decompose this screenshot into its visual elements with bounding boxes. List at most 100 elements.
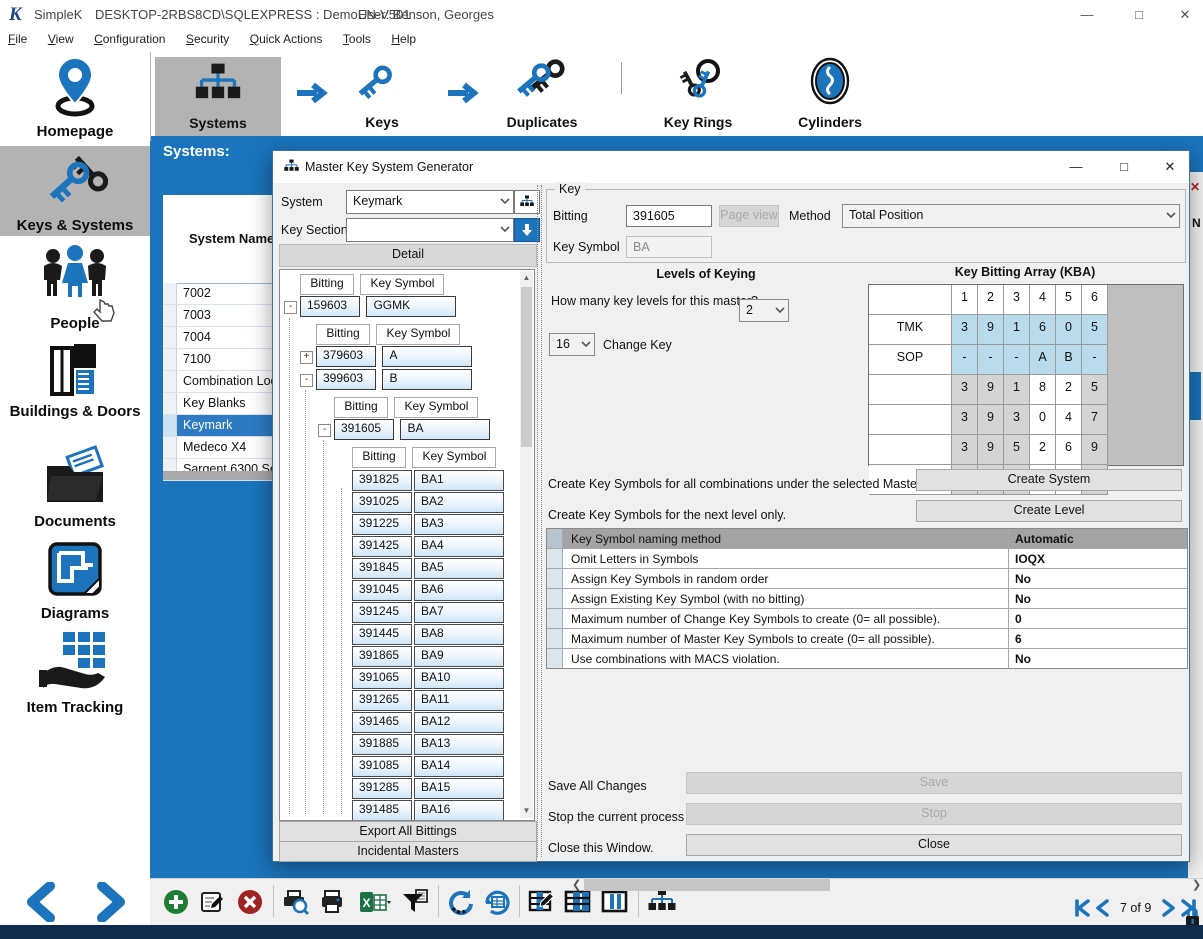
edit-columns-button[interactable]	[525, 886, 557, 918]
nav-back-icon[interactable]	[20, 882, 64, 922]
row-selector[interactable]	[163, 305, 177, 326]
menu-file[interactable]: File	[8, 32, 27, 46]
menu-tools[interactable]: Tools	[343, 32, 371, 46]
change-bitting[interactable]: 391825	[352, 470, 412, 491]
tree-change-row[interactable]: 391025BA2	[352, 492, 506, 514]
dialog-close-button[interactable]: ✕	[1155, 156, 1185, 178]
menu-configuration[interactable]: Configuration	[94, 32, 165, 46]
change-bitting[interactable]: 391025	[352, 492, 412, 513]
scrollbar-thumb[interactable]	[521, 287, 532, 447]
change-bitting[interactable]: 391245	[352, 602, 412, 623]
minimize-button[interactable]: —	[1072, 4, 1102, 26]
tree-change-row[interactable]: 391865BA9	[352, 646, 506, 668]
menu-security[interactable]: Security	[186, 32, 229, 46]
row-selector[interactable]	[163, 393, 177, 414]
tree-change-row[interactable]: 391845BA5	[352, 558, 506, 580]
change-symbol[interactable]: BA13	[414, 734, 504, 755]
row-selector[interactable]	[163, 327, 177, 348]
option-value[interactable]: No	[1009, 649, 1187, 668]
tree-expand-toggle[interactable]: -	[284, 301, 297, 314]
tree-master-row[interactable]: 379603 A	[316, 346, 474, 368]
option-value[interactable]: 0	[1009, 609, 1187, 628]
tree-change-row[interactable]: 391045BA6	[352, 580, 506, 602]
close-button[interactable]: ✕	[1170, 4, 1200, 26]
incidental-masters-button[interactable]: Incidental Masters	[279, 841, 537, 862]
option-row[interactable]: Maximum number of Change Key Symbols to …	[547, 609, 1187, 629]
change-bitting[interactable]: 391865	[352, 646, 412, 667]
row-selector[interactable]	[163, 437, 177, 458]
change-bitting[interactable]: 391485	[352, 800, 412, 821]
tree-change-row[interactable]: 391825BA1	[352, 470, 506, 492]
maximize-button[interactable]: □	[1124, 4, 1154, 26]
change-symbol[interactable]: BA2	[414, 492, 504, 513]
option-row[interactable]: Use combinations with MACS violation.No	[547, 649, 1187, 668]
sidebar-item-homepage[interactable]: Homepage	[0, 56, 150, 144]
menu-view[interactable]: View	[48, 32, 74, 46]
create-system-button[interactable]: Create System	[916, 469, 1182, 491]
close-dialog-button[interactable]: Close	[686, 834, 1182, 856]
method-combo[interactable]: Total Position	[842, 204, 1180, 228]
tree-change-row[interactable]: 391425BA4	[352, 536, 506, 558]
bitting-field[interactable]: 391605	[626, 205, 712, 227]
option-row[interactable]: Key Symbol naming methodAutomatic	[547, 529, 1187, 549]
ribbon-duplicates[interactable]: Duplicates	[482, 57, 602, 136]
submaster-bitting[interactable]: 391605	[334, 419, 394, 440]
change-symbol[interactable]: BA5	[414, 558, 504, 579]
create-level-button[interactable]: Create Level	[916, 500, 1182, 522]
change-bitting[interactable]: 391265	[352, 690, 412, 711]
change-bitting[interactable]: 391065	[352, 668, 412, 689]
option-row[interactable]: Assign Existing Key Symbol (with no bitt…	[547, 589, 1187, 609]
ribbon-cylinders[interactable]: Cylinders	[782, 57, 878, 136]
tree-expand-toggle[interactable]: -	[300, 374, 313, 387]
change-symbol[interactable]: BA15	[414, 778, 504, 799]
scroll-up-icon[interactable]: ▲	[520, 271, 533, 285]
add-button[interactable]	[160, 886, 192, 918]
sidebar-item-people[interactable]: People	[0, 244, 150, 336]
change-count-combo[interactable]: 16	[549, 333, 595, 356]
change-symbol[interactable]: BA11	[414, 690, 504, 711]
option-value[interactable]: 6	[1009, 629, 1187, 648]
change-symbol[interactable]: BA10	[414, 668, 504, 689]
master-bitting[interactable]: 399603	[316, 369, 376, 390]
option-value[interactable]: IOQX	[1009, 549, 1187, 568]
change-bitting[interactable]: 391445	[352, 624, 412, 645]
tree-expand-toggle[interactable]: +	[300, 351, 313, 364]
master-symbol[interactable]: A	[382, 346, 472, 367]
scroll-down-icon[interactable]: ▼	[520, 804, 533, 818]
menu-quick-actions[interactable]: Quick Actions	[250, 32, 323, 46]
menu-help[interactable]: Help	[391, 32, 416, 46]
tree-master-row[interactable]: 399603 B	[316, 369, 474, 391]
option-value[interactable]: Automatic	[1009, 529, 1187, 548]
row-selector[interactable]	[163, 371, 177, 392]
detail-button[interactable]: Detail	[279, 244, 537, 267]
option-row[interactable]: Omit Letters in SymbolsIOQX	[547, 549, 1187, 569]
tree-expand-toggle[interactable]: -	[318, 424, 331, 437]
change-symbol[interactable]: BA7	[414, 602, 504, 623]
sidebar-item-documents[interactable]: Documents	[0, 444, 150, 536]
master-bitting[interactable]: 379603	[316, 346, 376, 367]
tree-change-row[interactable]: 391225BA3	[352, 514, 506, 536]
system-combo[interactable]: Keymark	[346, 190, 514, 214]
pane-splitter[interactable]	[537, 185, 542, 857]
option-value[interactable]: No	[1009, 569, 1187, 588]
change-symbol[interactable]: BA4	[414, 536, 504, 557]
previous-page-icon[interactable]	[1092, 897, 1114, 919]
tree-change-row[interactable]: 391245BA7	[352, 602, 506, 624]
change-bitting[interactable]: 391285	[352, 778, 412, 799]
change-symbol[interactable]: BA3	[414, 514, 504, 535]
tree-change-row[interactable]: 391265BA11	[352, 690, 506, 712]
edit-button[interactable]	[197, 886, 229, 918]
dialog-minimize-button[interactable]: —	[1061, 156, 1091, 178]
tree-change-row[interactable]: 391485BA16	[352, 800, 506, 821]
change-bitting[interactable]: 391425	[352, 536, 412, 557]
change-bitting[interactable]: 391225	[352, 514, 412, 535]
row-selector[interactable]	[163, 283, 177, 304]
change-symbol[interactable]: BA1	[414, 470, 504, 491]
change-symbol[interactable]: BA16	[414, 800, 504, 821]
change-bitting[interactable]: 391085	[352, 756, 412, 777]
tree-root-row[interactable]: 159603 GGMK	[300, 296, 458, 318]
print-preview-button[interactable]	[280, 886, 312, 918]
tree-change-row[interactable]: 391085BA14	[352, 756, 506, 778]
master-symbol[interactable]: B	[382, 369, 472, 390]
sidebar-item-item-tracking[interactable]: Item Tracking	[0, 630, 150, 726]
